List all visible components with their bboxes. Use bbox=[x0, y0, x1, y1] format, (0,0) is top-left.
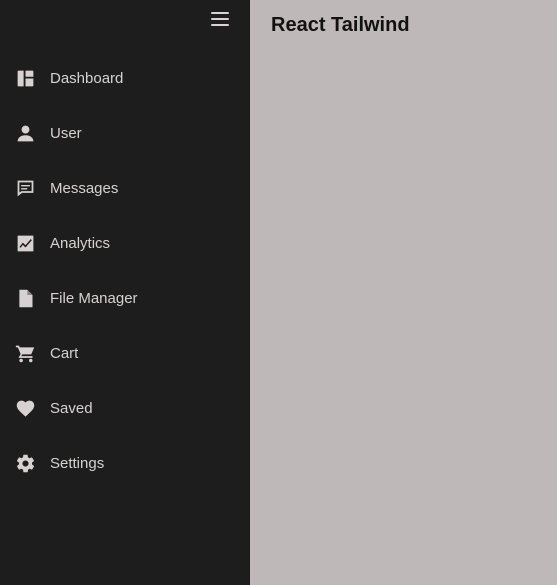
sidebar-item-label: Dashboard bbox=[50, 70, 124, 87]
sidebar-item-label: Settings bbox=[50, 455, 105, 472]
gear-icon bbox=[14, 453, 36, 475]
page-title: React Tailwind bbox=[271, 14, 410, 36]
sidebar-item-user[interactable]: User bbox=[0, 106, 250, 161]
sidebar-item-label: File Manager bbox=[50, 290, 138, 307]
cart-icon bbox=[14, 343, 36, 365]
sidebar-item-analytics[interactable]: Analytics bbox=[0, 216, 250, 271]
messages-icon bbox=[14, 178, 36, 200]
file-icon bbox=[14, 288, 36, 310]
sidebar-item-label: Saved bbox=[50, 400, 93, 417]
sidebar-item-label: Cart bbox=[50, 345, 79, 362]
sidebar-item-file-manager[interactable]: File Manager bbox=[0, 271, 250, 326]
sidebar-item-messages[interactable]: Messages bbox=[0, 161, 250, 216]
sidebar-nav: Dashboard User Messages Analytics File M… bbox=[0, 51, 250, 491]
sidebar-item-label: Analytics bbox=[50, 235, 111, 252]
user-icon bbox=[14, 123, 36, 145]
main-content: React Tailwind bbox=[250, 0, 557, 585]
sidebar-item-label: User bbox=[50, 125, 82, 142]
sidebar-item-settings[interactable]: Settings bbox=[0, 436, 250, 491]
heart-icon bbox=[14, 398, 36, 420]
sidebar-item-label: Messages bbox=[50, 180, 119, 197]
sidebar-item-dashboard[interactable]: Dashboard bbox=[0, 51, 250, 106]
sidebar-item-cart[interactable]: Cart bbox=[0, 326, 250, 381]
dashboard-icon bbox=[14, 68, 36, 90]
hamburger-menu-icon[interactable] bbox=[209, 9, 231, 29]
analytics-icon bbox=[14, 233, 36, 255]
sidebar-item-saved[interactable]: Saved bbox=[0, 381, 250, 436]
sidebar: Dashboard User Messages Analytics File M… bbox=[0, 0, 250, 585]
